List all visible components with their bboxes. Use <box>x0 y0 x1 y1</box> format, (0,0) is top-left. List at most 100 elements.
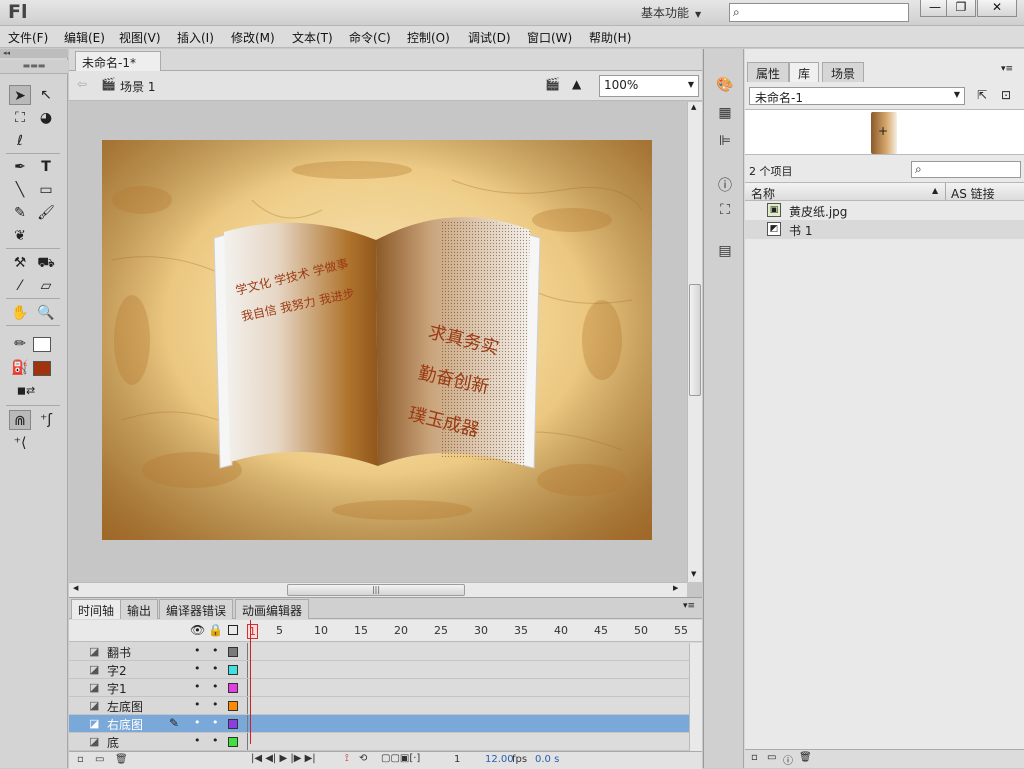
delete-layer-icon[interactable]: 🗑 <box>115 754 128 765</box>
zoom-tool-icon[interactable]: 🔍 <box>35 303 57 323</box>
tab-scene[interactable]: 场景 <box>822 62 865 82</box>
scene-label[interactable]: 场景 1 <box>120 78 155 95</box>
frame-ruler[interactable]: 1 5 10 15 20 25 30 35 40 45 50 55 <box>247 620 689 641</box>
tab-timeline[interactable]: 时间轴 <box>71 599 122 619</box>
restore-button[interactable]: ❐ <box>946 0 976 17</box>
layer-row[interactable]: ◪ 字2 • • <box>69 661 689 679</box>
transform-panel-icon[interactable]: ⛶ <box>714 202 736 222</box>
vertical-scrollbar[interactable]: ▲ ▼ <box>687 102 702 582</box>
menu-file[interactable]: 文件(F) <box>8 29 48 46</box>
layer-name[interactable]: 字1 <box>107 680 127 697</box>
layer-color-swatch[interactable] <box>228 701 238 711</box>
layer-color-swatch[interactable] <box>228 647 238 657</box>
layer-name[interactable]: 翻书 <box>107 644 131 661</box>
fill-color-swatch[interactable] <box>33 361 51 376</box>
menu-debug[interactable]: 调试(D) <box>468 29 511 46</box>
swap-colors-icon[interactable]: ◼⇄ <box>15 381 37 401</box>
layer-name[interactable]: 左底图 <box>107 698 143 715</box>
zoom-select[interactable]: 100% ▼ <box>599 75 699 97</box>
menu-edit[interactable]: 编辑(E) <box>64 29 105 46</box>
stroke-color-swatch[interactable] <box>33 337 51 352</box>
panel-grip[interactable]: ▬▬▬ <box>0 60 68 74</box>
onion-skin-icons[interactable]: ▢▢▣[·] <box>381 753 420 764</box>
column-as-linkage[interactable]: AS 链接 <box>951 185 995 202</box>
smooth-icon[interactable]: ⁺ʃ <box>35 410 57 430</box>
scroll-right-icon[interactable]: ▶ <box>673 584 678 592</box>
components-panel-icon[interactable]: ▤ <box>714 243 736 263</box>
selection-tool-icon[interactable]: ➤ <box>9 85 31 105</box>
panel-menu-icon[interactable]: ▾≡ <box>683 601 695 611</box>
new-folder-icon[interactable]: ▭ <box>95 754 104 765</box>
layer-color-swatch[interactable] <box>228 683 238 693</box>
tab-compiler-errors[interactable]: 编译器错误 <box>159 599 234 619</box>
close-button[interactable]: ✕ <box>977 0 1017 17</box>
tab-properties[interactable]: 属性 <box>747 62 790 82</box>
back-arrow-icon[interactable]: ⇦ <box>77 77 87 91</box>
info-panel-icon[interactable]: ⓘ <box>714 175 736 195</box>
menu-window[interactable]: 窗口(W) <box>527 29 572 46</box>
pencil-tool-icon[interactable]: ✎ <box>9 203 31 223</box>
layer-frames[interactable] <box>247 643 689 660</box>
layer-row-selected[interactable]: ◪ 右底图 ✎ • • <box>69 715 689 733</box>
lasso-tool-icon[interactable]: ℓ <box>9 131 31 151</box>
menu-commands[interactable]: 命令(C) <box>349 29 391 46</box>
edit-symbols-icon[interactable]: ▲ <box>572 77 581 91</box>
stage[interactable]: 学文化 学技术 学做事 我自信 我努力 我进步 求真务实 勤奋创新 璞玉成器 <box>102 140 652 540</box>
collapse-icon[interactable]: ◂◂ <box>0 49 68 58</box>
delete-icon[interactable]: 🗑 <box>799 752 812 763</box>
subselection-tool-icon[interactable]: ↖ <box>35 85 57 105</box>
menu-help[interactable]: 帮助(H) <box>589 29 631 46</box>
layer-name[interactable]: 底 <box>107 734 119 751</box>
align-panel-icon[interactable]: ⊫ <box>714 133 736 153</box>
scroll-down-icon[interactable]: ▼ <box>691 570 696 578</box>
horizontal-scroll-thumb[interactable]: ||| <box>287 584 465 596</box>
layer-color-swatch[interactable] <box>228 719 238 729</box>
scroll-left-icon[interactable]: ◀ <box>73 584 78 592</box>
swatches-panel-icon[interactable]: ▦ <box>714 105 736 125</box>
layer-color-swatch[interactable] <box>228 665 238 675</box>
workspace-switcher[interactable]: 基本功能 ▼ <box>641 4 701 21</box>
layer-color-swatch[interactable] <box>228 737 238 747</box>
straighten-icon[interactable]: ⁺⟨ <box>9 433 31 453</box>
layer-frames[interactable] <box>247 679 689 696</box>
playhead[interactable] <box>247 620 254 744</box>
library-document-select[interactable]: 未命名-1 ▼ <box>749 87 965 105</box>
layer-frames[interactable] <box>247 661 689 678</box>
deco-tool-icon[interactable]: ❦ <box>9 226 31 246</box>
menu-insert[interactable]: 插入(I) <box>177 29 214 46</box>
center-frame-icon[interactable]: ⟟ <box>345 753 349 764</box>
tab-library[interactable]: 库 <box>789 62 820 82</box>
library-item[interactable]: ▣ 黄皮纸.jpg <box>745 201 1024 220</box>
current-frame[interactable]: 1 <box>454 754 460 765</box>
menu-text[interactable]: 文本(T) <box>292 29 333 46</box>
menu-control[interactable]: 控制(O) <box>407 29 450 46</box>
layer-frames[interactable] <box>247 733 689 750</box>
paint-bucket-tool-icon[interactable]: ⛟ <box>35 253 57 273</box>
layer-row[interactable]: ◪ 字1 • • <box>69 679 689 697</box>
scroll-up-icon[interactable]: ▲ <box>691 103 696 111</box>
sort-icon[interactable]: ▲ <box>932 186 938 195</box>
panel-menu-icon[interactable]: ▾≡ <box>1001 64 1013 74</box>
pen-tool-icon[interactable]: ✒ <box>9 157 31 177</box>
eraser-tool-icon[interactable]: ▱ <box>35 276 57 296</box>
new-folder-icon[interactable]: ▭ <box>767 752 776 763</box>
fps-value[interactable]: 12.00 <box>485 754 514 765</box>
layer-frames[interactable] <box>247 715 689 732</box>
new-layer-icon[interactable]: ▫ <box>77 754 84 765</box>
new-symbol-icon[interactable]: ▫ <box>751 752 758 763</box>
layer-frames[interactable] <box>247 697 689 714</box>
edit-scene-icon[interactable]: 🎬 <box>545 77 560 91</box>
eye-icon[interactable]: 👁 <box>190 623 205 637</box>
hand-tool-icon[interactable]: ✋ <box>9 303 31 323</box>
library-search-input[interactable]: ⌕ <box>911 161 1021 178</box>
layer-row[interactable]: ◪ 左底图 • • <box>69 697 689 715</box>
brush-tool-icon[interactable]: 🖌 <box>35 203 57 223</box>
pin-library-icon[interactable]: ⇱ <box>977 88 987 102</box>
timeline-vscroll[interactable] <box>689 643 702 751</box>
text-tool-icon[interactable]: T <box>35 157 57 177</box>
3d-rotation-tool-icon[interactable]: ◕ <box>35 108 57 128</box>
loop-icon[interactable]: ⟲ <box>359 753 367 764</box>
rectangle-tool-icon[interactable]: ▭ <box>35 180 57 200</box>
bone-tool-icon[interactable]: ⚒ <box>9 253 31 273</box>
eyedropper-tool-icon[interactable]: ⁄ <box>9 276 31 296</box>
